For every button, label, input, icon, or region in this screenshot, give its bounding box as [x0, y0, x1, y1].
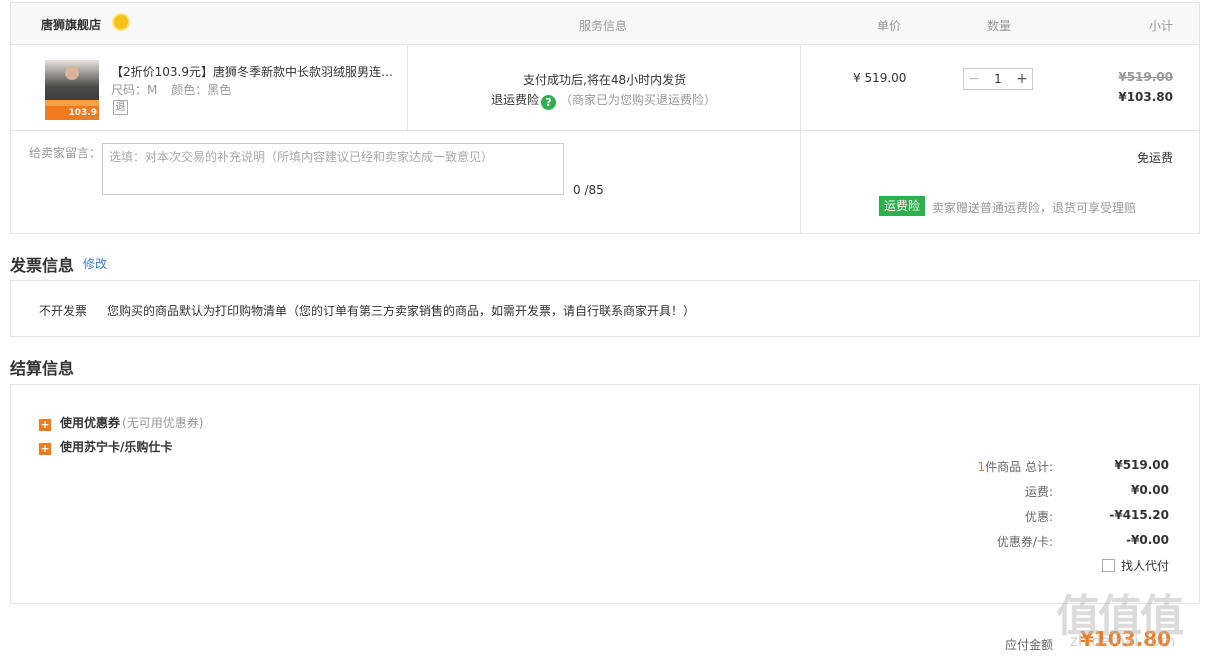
return-insurance-label: 退运费险	[491, 93, 540, 107]
return-insurance-note: （商家已为您购买退运费险）	[560, 93, 717, 107]
settlement-section-title: 结算信息	[10, 359, 75, 378]
seller-message-input[interactable]	[102, 143, 564, 195]
spec-color: 颜色：黑色	[171, 83, 232, 97]
original-subtotal: ¥519.00	[1118, 70, 1173, 84]
header-unit-price: 单价	[877, 19, 902, 33]
quantity-input[interactable]: 1	[984, 69, 1012, 89]
help-icon[interactable]: ?	[541, 95, 557, 110]
store-name[interactable]: 唐狮旗舰店	[41, 16, 101, 33]
thumb-figure	[65, 66, 79, 80]
proxy-pay-label: 找人代付	[1120, 559, 1169, 573]
invoice-panel: 不开发票 您购买的商品默认为打印购物清单（您的订单有第三方卖家销售的商品，如需开…	[10, 280, 1200, 337]
freight-value: ¥0.00	[1131, 483, 1169, 497]
invoice-description: 您购买的商品默认为打印购物清单（您的订单有第三方卖家销售的商品，如需开发票，请自…	[107, 304, 696, 318]
product-thumbnail[interactable]: 103.9	[45, 60, 99, 120]
order-item-row: 103.9 【2折价103.9元】唐狮冬季新款中长款羽绒服男连帽外套 尺码：M …	[11, 45, 1199, 131]
thumb-price-tag: 103.9	[45, 106, 99, 120]
shipping-promise: 支付成功后,将在48小时内发货	[523, 73, 687, 87]
header-subtotal: 小计	[1148, 19, 1173, 33]
unit-price: ¥ 519.00	[853, 71, 907, 85]
freight-label: 运费:	[1024, 485, 1053, 499]
proxy-pay-checkbox[interactable]	[1101, 559, 1115, 572]
proxy-pay-option[interactable]: 找人代付	[1101, 557, 1169, 574]
quantity-stepper: − 1 +	[963, 68, 1033, 90]
item-subtotal: ¥103.80	[1118, 90, 1173, 104]
product-title[interactable]: 【2折价103.9元】唐狮冬季新款中长款羽绒服男连帽外套	[111, 63, 396, 80]
expand-plus-icon: +	[39, 418, 51, 431]
use-coupon-toggle[interactable]: + 使用优惠券 (无可用优惠券)	[39, 414, 203, 431]
header-service: 服务信息	[579, 19, 628, 33]
coupon-card-label: 优惠券/卡:	[996, 535, 1053, 549]
order-header: 唐狮旗舰店 服务信息 单价 数量 小计	[11, 3, 1199, 45]
use-coupon-label: 使用优惠券	[60, 416, 121, 430]
return-insurance-line: 退运费险? （商家已为您购买退运费险）	[491, 91, 716, 110]
use-card-label: 使用苏宁卡/乐购仕卡	[60, 440, 173, 454]
payable-amount: ¥103.80	[1080, 627, 1172, 651]
total-label: 1件商品 总计:	[978, 458, 1054, 475]
quantity-increase-button[interactable]: +	[1012, 69, 1032, 89]
invoice-edit-link[interactable]: 修改	[83, 255, 107, 272]
invoice-type: 不开发票	[39, 304, 88, 318]
use-card-toggle[interactable]: + 使用苏宁卡/乐购仕卡	[39, 438, 172, 455]
coupon-card-value: -¥0.00	[1126, 533, 1169, 547]
payable-label: 应付金额	[1005, 638, 1054, 652]
expand-plus-icon: +	[39, 442, 51, 455]
refund-tag: 退	[113, 100, 128, 115]
item-count: 1	[977, 460, 986, 474]
discount-value: -¥415.20	[1109, 508, 1169, 522]
quantity-decrease-button[interactable]: −	[964, 69, 984, 89]
order-panel: 唐狮旗舰店 服务信息 单价 数量 小计 103.9 【2折价103.9元】唐狮冬…	[10, 2, 1200, 234]
coupon-hint: (无可用优惠券)	[122, 416, 204, 430]
store-badge-icon	[112, 13, 130, 31]
invoice-section-title: 发票信息	[10, 256, 75, 275]
product-spec: 尺码：M 颜色：黑色	[111, 81, 241, 98]
shipping-insurance-badge: 运费险	[879, 196, 926, 216]
settlement-panel: + 使用优惠券 (无可用优惠券) + 使用苏宁卡/乐购仕卡 1件商品 总计: ¥519…	[10, 384, 1200, 604]
total-value: ¥519.00	[1114, 458, 1169, 472]
total-label-text: 件商品 总计:	[985, 460, 1053, 474]
discount-label: 优惠:	[1024, 510, 1053, 524]
seller-message-label: 给卖家留言：	[29, 146, 102, 160]
divider	[800, 131, 801, 234]
free-shipping-label: 免运费	[1136, 151, 1173, 165]
header-quantity: 数量	[987, 19, 1012, 33]
message-char-count: 0 /85	[573, 183, 604, 197]
spec-size: 尺码：M	[111, 83, 158, 97]
divider	[407, 45, 408, 131]
shipping-insurance-text: 卖家赠送普通运费险，退货可享受理赔	[932, 201, 1137, 215]
divider	[800, 45, 801, 131]
